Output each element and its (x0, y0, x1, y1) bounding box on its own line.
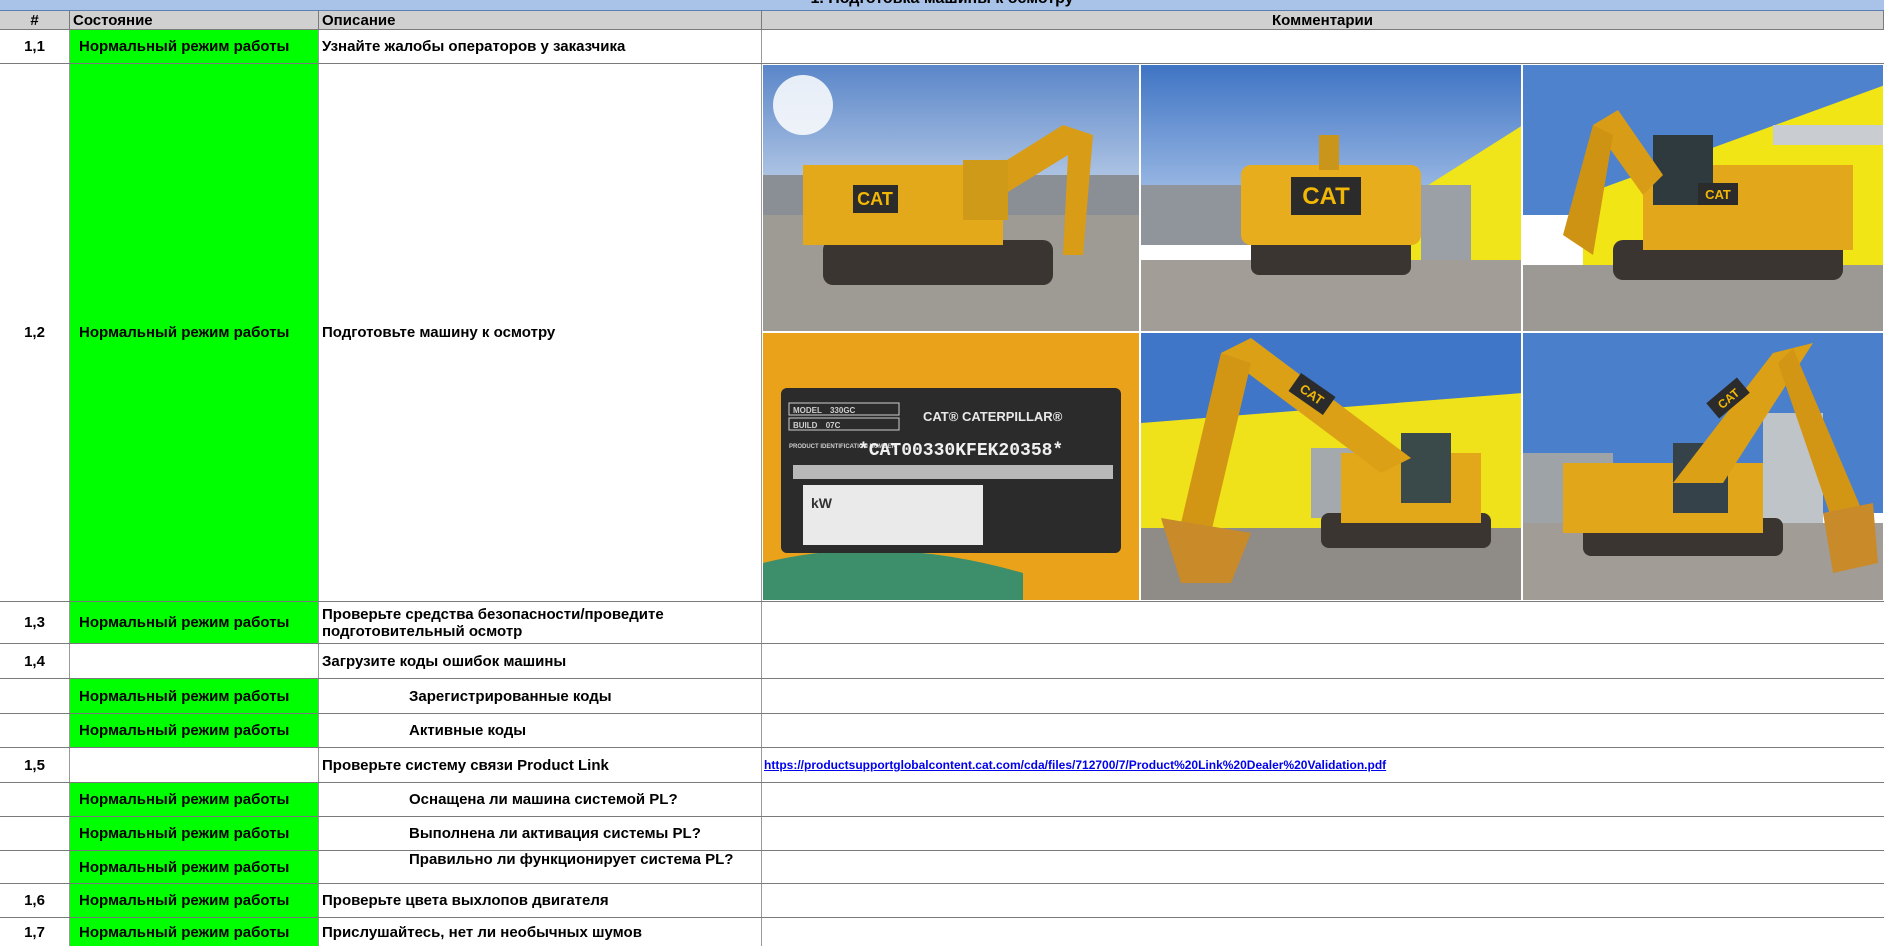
plate-build-value: 07C (826, 421, 841, 430)
state-cell[interactable]: Нормальный режим работы (70, 714, 319, 747)
description-cell[interactable]: Активные коды (319, 714, 762, 747)
state-cell[interactable]: Нормальный режим работы (70, 783, 319, 816)
table-row: 1,6 Нормальный режим работы Проверьте цв… (0, 884, 1884, 918)
comment-cell[interactable] (762, 602, 1884, 643)
plate-model-label: MODEL (793, 406, 822, 415)
row-number[interactable]: 1,5 (0, 748, 70, 782)
row-number[interactable]: 1,4 (0, 644, 70, 678)
table-row: Нормальный режим работы Выполнена ли акт… (0, 817, 1884, 851)
serial-plate-photo[interactable]: MODEL 330GC BUILD 07C CAT® CATERPILLAR® … (762, 332, 1140, 601)
comment-cell[interactable] (762, 817, 1884, 850)
cat-logo: CAT (1302, 183, 1350, 210)
sheet-title: 1. Подготовка машины к осмотру (0, 0, 1884, 8)
comment-cell[interactable] (762, 918, 1884, 946)
description-cell[interactable]: Проверьте цвета выхлопов двигателя (319, 884, 762, 917)
description-cell[interactable]: Правильно ли функционирует система PL? (319, 851, 762, 883)
header-state[interactable]: Состояние (70, 11, 319, 30)
product-link-validation-link[interactable]: https://productsupportglobalcontent.cat.… (764, 758, 1386, 772)
plate-pin: *CAT00330KFEK20358* (858, 441, 1063, 461)
cat-logo: CAT (857, 189, 893, 209)
comment-cell[interactable] (762, 644, 1884, 678)
header-comments[interactable]: Комментарии (762, 11, 1884, 30)
description-cell[interactable]: Проверьте систему связи Product Link (319, 748, 762, 782)
table-row: Нормальный режим работы Правильно ли фун… (0, 851, 1884, 884)
state-cell[interactable]: Нормальный режим работы (70, 602, 319, 643)
row-number[interactable] (0, 714, 70, 747)
description-cell[interactable]: Загрузите коды ошибок машины (319, 644, 762, 678)
comment-cell[interactable]: https://productsupportglobalcontent.cat.… (762, 748, 1884, 782)
state-cell[interactable]: Нормальный режим работы (70, 64, 319, 601)
header-description[interactable]: Описание (319, 11, 762, 30)
state-cell[interactable]: Нормальный режим работы (70, 679, 319, 713)
excavator-side-photo[interactable]: CAT (1522, 64, 1884, 332)
photo-grid: CAT CAT CAT MODEL 330GC BUILD 07C CAT® C… (762, 64, 1884, 601)
comment-cell[interactable] (762, 783, 1884, 816)
plate-build-label: BUILD (793, 421, 818, 430)
svg-text:BUILD 07C: BUILD 07C (793, 421, 841, 430)
plate-brand: CAT® CATERPILLAR® (923, 409, 1063, 424)
state-cell[interactable]: Нормальный режим работы (70, 884, 319, 917)
row-number[interactable]: 1,1 (0, 30, 70, 63)
table-row: 1,3 Нормальный режим работы Проверьте ср… (0, 602, 1884, 644)
description-cell[interactable]: Узнайте жалобы операторов у заказчика (319, 30, 762, 63)
table-row: 1,1 Нормальный режим работы Узнайте жало… (0, 30, 1884, 64)
cat-logo: CAT (1705, 187, 1731, 202)
header-num[interactable]: # (0, 11, 70, 30)
comment-cell[interactable] (762, 679, 1884, 713)
row-number[interactable] (0, 679, 70, 713)
table-row: Нормальный режим работы Оснащена ли маши… (0, 783, 1884, 817)
row-number[interactable] (0, 783, 70, 816)
excavator-rear-photo[interactable]: CAT (1140, 64, 1522, 332)
description-cell[interactable]: Проверьте средства безопасности/проведит… (319, 602, 762, 643)
state-cell[interactable]: Нормальный режим работы (70, 817, 319, 850)
state-cell[interactable] (70, 748, 319, 782)
excavator-rear-left-photo[interactable]: CAT (762, 64, 1140, 332)
row-number[interactable]: 1,2 (0, 64, 70, 601)
description-cell[interactable]: Зарегистрированные коды (319, 679, 762, 713)
description-cell[interactable]: Выполнена ли активация системы PL? (319, 817, 762, 850)
excavator-front-boom-photo[interactable]: CAT (1140, 332, 1522, 601)
state-cell[interactable]: Нормальный режим работы (70, 851, 319, 883)
row-number[interactable]: 1,7 (0, 918, 70, 946)
description-cell[interactable]: Прислушайтесь, нет ли необычных шумов (319, 918, 762, 946)
state-cell[interactable] (70, 644, 319, 678)
state-cell[interactable]: Нормальный режим работы (70, 918, 319, 946)
plate-model-value: 330GC (830, 406, 856, 415)
comment-cell[interactable] (762, 851, 1884, 883)
table-row: Нормальный режим работы Зарегистрированн… (0, 679, 1884, 714)
description-cell[interactable]: Подготовьте машину к осмотру (319, 64, 762, 601)
plate-kw-label: kW (811, 495, 833, 511)
description-cell[interactable]: Оснащена ли машина системой PL? (319, 783, 762, 816)
sheet-title-bar: 1. Подготовка машины к осмотру (0, 0, 1884, 11)
row-number[interactable]: 1,3 (0, 602, 70, 643)
table-row: 1,7 Нормальный режим работы Прислушайтес… (0, 918, 1884, 946)
row-number[interactable] (0, 817, 70, 850)
excavator-boom-raised-photo[interactable]: CAT (1522, 332, 1884, 601)
comment-cell[interactable] (762, 30, 1884, 63)
table-row: Нормальный режим работы Активные коды (0, 714, 1884, 748)
table-row: 1,4 Загрузите коды ошибок машины (0, 644, 1884, 679)
row-number[interactable] (0, 851, 70, 883)
comment-cell[interactable] (762, 884, 1884, 917)
comment-cell[interactable] (762, 714, 1884, 747)
table-row: 1,5 Проверьте систему связи Product Link… (0, 748, 1884, 783)
row-number[interactable]: 1,6 (0, 884, 70, 917)
state-cell[interactable]: Нормальный режим работы (70, 30, 319, 63)
